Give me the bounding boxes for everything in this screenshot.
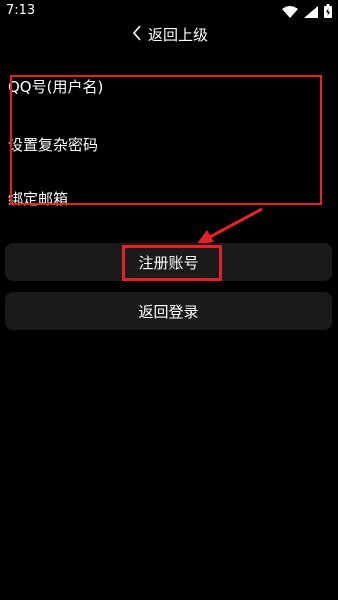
wifi-icon (282, 3, 298, 22)
password-field[interactable]: 设置复杂密码 (8, 134, 98, 155)
top-nav: 返回上级 (0, 22, 338, 50)
register-button[interactable]: 注册账号 (5, 243, 332, 281)
back-button[interactable]: 返回上级 (132, 24, 208, 45)
username-field[interactable]: QQ号(用户名) (8, 76, 103, 97)
email-field[interactable]: 绑定邮箱 (8, 188, 68, 210)
status-time: 7:13 (6, 3, 36, 18)
back-to-login-button[interactable]: 返回登录 (5, 292, 332, 330)
chevron-left-icon (132, 24, 142, 45)
status-icons (282, 3, 332, 22)
registration-fields: QQ号(用户名) 设置复杂密码 绑定邮箱 (8, 70, 324, 210)
back-label: 返回上级 (148, 26, 209, 44)
status-bar: 7:13 (0, 0, 338, 22)
battery-icon (324, 3, 332, 22)
back-to-login-label: 返回登录 (138, 302, 199, 321)
signal-icon (304, 3, 318, 22)
register-button-label: 注册账号 (138, 253, 199, 272)
